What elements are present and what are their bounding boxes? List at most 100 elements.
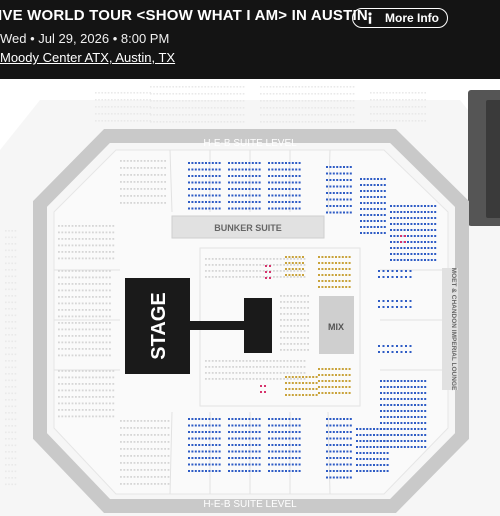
seat[interactable] bbox=[188, 194, 190, 197]
seat[interactable] bbox=[258, 188, 261, 190]
seat[interactable] bbox=[281, 175, 284, 177]
seat[interactable] bbox=[228, 175, 230, 177]
seat[interactable] bbox=[295, 444, 298, 446]
seat[interactable] bbox=[285, 262, 287, 264]
seat[interactable] bbox=[366, 428, 369, 430]
seat[interactable] bbox=[321, 380, 324, 382]
seat[interactable] bbox=[238, 162, 241, 164]
seat[interactable] bbox=[295, 418, 298, 420]
seat[interactable] bbox=[201, 450, 204, 453]
seat[interactable] bbox=[231, 418, 234, 420]
seat[interactable] bbox=[218, 168, 221, 171]
seat[interactable] bbox=[427, 205, 430, 207]
seat[interactable] bbox=[383, 446, 386, 448]
seat[interactable] bbox=[376, 452, 379, 454]
seat[interactable] bbox=[417, 428, 420, 430]
seat[interactable] bbox=[329, 418, 332, 420]
seat[interactable] bbox=[366, 446, 369, 448]
seat[interactable] bbox=[295, 431, 298, 433]
seat[interactable] bbox=[341, 380, 344, 382]
seat[interactable] bbox=[380, 380, 382, 382]
seat[interactable] bbox=[348, 380, 351, 382]
seat[interactable] bbox=[338, 392, 341, 394]
seat[interactable] bbox=[231, 201, 234, 203]
seat[interactable] bbox=[274, 194, 277, 197]
seat[interactable] bbox=[191, 168, 194, 171]
seat[interactable] bbox=[410, 229, 413, 231]
seat[interactable] bbox=[424, 380, 427, 382]
seat[interactable] bbox=[288, 175, 291, 177]
seat[interactable] bbox=[434, 253, 437, 255]
seat[interactable] bbox=[295, 262, 298, 264]
seat[interactable] bbox=[391, 300, 394, 302]
seat[interactable] bbox=[335, 256, 337, 258]
seat[interactable] bbox=[258, 450, 261, 453]
seat[interactable] bbox=[380, 404, 382, 406]
seat[interactable] bbox=[370, 208, 373, 210]
seat[interactable] bbox=[234, 463, 237, 466]
seat[interactable] bbox=[387, 270, 389, 272]
seat[interactable] bbox=[298, 388, 301, 390]
seat[interactable] bbox=[288, 274, 291, 276]
seat[interactable] bbox=[343, 205, 345, 207]
seat[interactable] bbox=[390, 259, 392, 261]
seat[interactable] bbox=[231, 207, 234, 210]
seat[interactable] bbox=[255, 162, 258, 164]
seat[interactable] bbox=[370, 214, 373, 216]
seat[interactable] bbox=[403, 247, 406, 249]
seat[interactable] bbox=[295, 168, 298, 171]
seat[interactable] bbox=[245, 444, 247, 446]
seat[interactable] bbox=[366, 440, 369, 442]
seat[interactable] bbox=[341, 392, 344, 394]
seat[interactable] bbox=[403, 386, 406, 388]
seat[interactable] bbox=[373, 464, 375, 466]
seat[interactable] bbox=[400, 300, 403, 302]
seat[interactable] bbox=[383, 380, 386, 382]
seat[interactable] bbox=[410, 416, 413, 418]
seat[interactable] bbox=[410, 392, 413, 394]
seat[interactable] bbox=[409, 306, 412, 308]
seat[interactable] bbox=[255, 463, 258, 466]
seat[interactable] bbox=[424, 223, 426, 225]
seat[interactable] bbox=[363, 202, 366, 204]
seat[interactable] bbox=[390, 386, 393, 388]
seat[interactable] bbox=[191, 457, 194, 459]
seat[interactable] bbox=[288, 262, 291, 264]
seat[interactable] bbox=[194, 424, 197, 427]
seat[interactable] bbox=[251, 207, 254, 210]
seat[interactable] bbox=[201, 457, 204, 459]
seat[interactable] bbox=[194, 207, 197, 210]
seat[interactable] bbox=[298, 268, 301, 270]
seat[interactable] bbox=[387, 276, 389, 278]
seat[interactable] bbox=[205, 457, 207, 459]
seat[interactable] bbox=[329, 463, 332, 466]
seat[interactable] bbox=[268, 201, 270, 203]
seat[interactable] bbox=[268, 457, 270, 459]
seat[interactable] bbox=[281, 201, 284, 203]
seat[interactable] bbox=[400, 241, 402, 243]
seat[interactable] bbox=[390, 416, 393, 418]
seat[interactable] bbox=[218, 201, 221, 203]
seat[interactable] bbox=[205, 207, 207, 210]
seat[interactable] bbox=[345, 380, 348, 382]
seat[interactable] bbox=[218, 207, 221, 210]
seat[interactable] bbox=[336, 185, 339, 188]
seat[interactable] bbox=[386, 458, 389, 460]
seat[interactable] bbox=[326, 457, 328, 459]
seat[interactable] bbox=[378, 300, 380, 302]
seat[interactable] bbox=[400, 259, 403, 261]
seat[interactable] bbox=[238, 437, 241, 440]
seat[interactable] bbox=[211, 201, 214, 203]
seat[interactable] bbox=[245, 457, 247, 459]
seat[interactable] bbox=[318, 268, 320, 270]
seat[interactable] bbox=[332, 476, 335, 479]
seat[interactable] bbox=[400, 345, 403, 347]
seat[interactable] bbox=[373, 446, 375, 448]
seat[interactable] bbox=[373, 190, 376, 192]
seat[interactable] bbox=[360, 232, 362, 234]
seat[interactable] bbox=[291, 418, 294, 420]
seat[interactable] bbox=[343, 457, 345, 459]
seat[interactable] bbox=[231, 437, 234, 440]
seat[interactable] bbox=[348, 286, 351, 288]
seat[interactable] bbox=[407, 392, 410, 394]
